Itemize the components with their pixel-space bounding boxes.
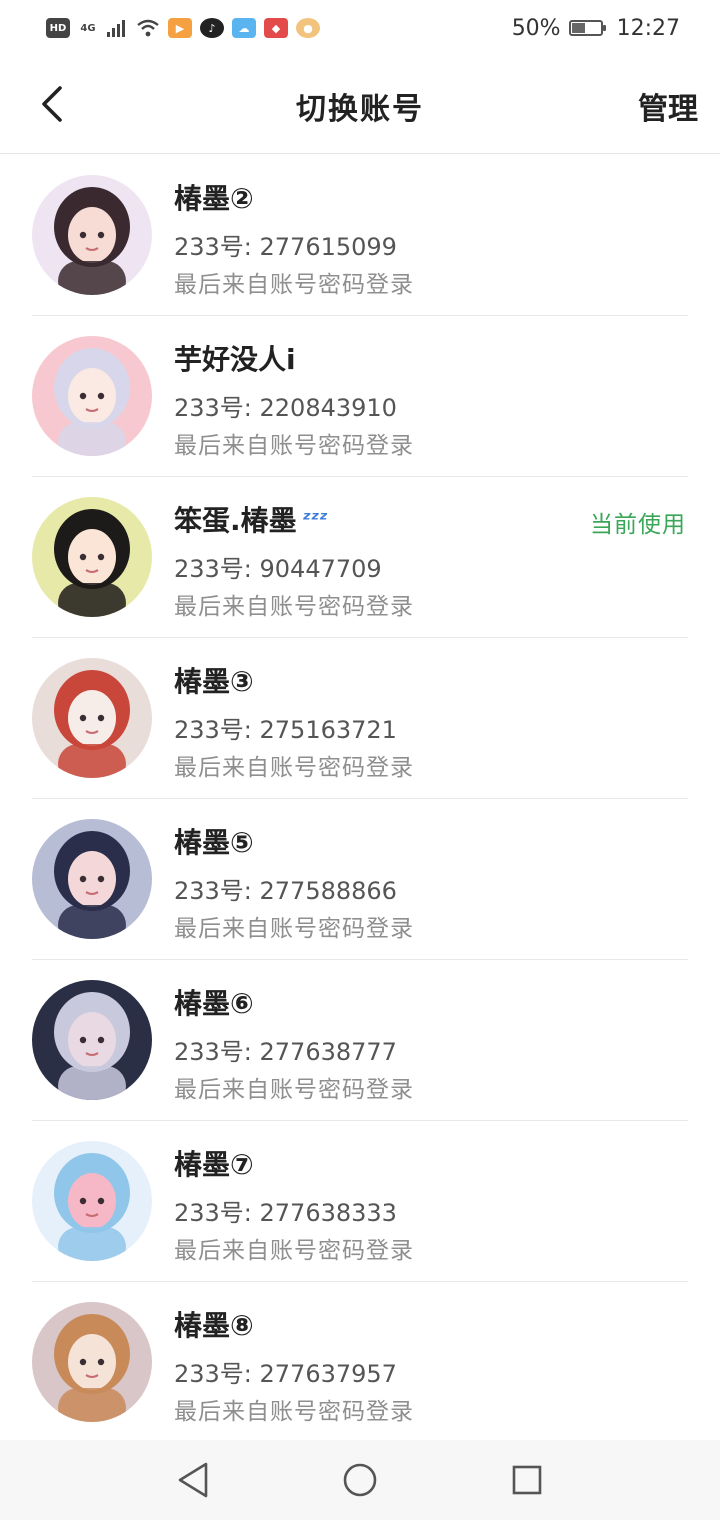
account-login-source: 最后来自账号密码登录 <box>174 272 414 298</box>
account-login-source: 最后来自账号密码登录 <box>174 433 414 459</box>
page-title: 切换账号 <box>296 92 424 127</box>
account-id: 233号: 220843910 <box>174 394 397 422</box>
avatar-illustration <box>32 175 152 295</box>
account-list-item[interactable]: 笨蛋.椿墨 ᶻᶻᶻ 233号: 90447709 最后来自账号密码登录 当前使用 <box>0 477 720 638</box>
avatar-illustration <box>32 1141 152 1261</box>
account-id: 233号: 277637957 <box>174 1360 397 1388</box>
hd-icon: HD <box>46 18 70 38</box>
account-list-item[interactable]: 椿墨③ 233号: 275163721 最后来自账号密码登录 <box>0 638 720 799</box>
status-icons-right: 50% 12:27 <box>512 16 680 41</box>
account-name: 椿墨③ <box>174 660 254 700</box>
account-name-text: 椿墨③ <box>174 665 254 698</box>
account-name: 笨蛋.椿墨 ᶻᶻᶻ <box>174 499 328 539</box>
account-name: 椿墨⑦ <box>174 1143 254 1183</box>
square-recents-icon <box>512 1465 541 1495</box>
account-login-source: 最后来自账号密码登录 <box>174 1077 414 1103</box>
account-login-source: 最后来自账号密码登录 <box>174 594 414 620</box>
avatar <box>32 175 152 295</box>
avatar-illustration <box>32 1302 152 1422</box>
circle-home-icon <box>343 1463 377 1497</box>
account-name: 芋好没人i <box>174 338 296 378</box>
manage-button[interactable]: 管理 <box>638 84 698 128</box>
avatar <box>32 336 152 456</box>
account-name: 椿墨⑤ <box>174 821 254 861</box>
signal-bars-icon <box>107 20 125 37</box>
account-login-source: 最后来自账号密码登录 <box>174 1399 414 1425</box>
account-login-source: 最后来自账号密码登录 <box>174 1238 414 1264</box>
wifi-icon <box>137 19 159 37</box>
account-name: 椿墨⑧ <box>174 1304 254 1344</box>
account-login-source: 最后来自账号密码登录 <box>174 755 414 781</box>
account-name-text: 椿墨⑤ <box>174 826 254 859</box>
account-id: 233号: 277638777 <box>174 1038 397 1066</box>
avatar-illustration <box>32 497 152 617</box>
avatar <box>32 658 152 778</box>
avatar <box>32 1141 152 1261</box>
app-monkey-icon: ● <box>296 18 320 38</box>
status-icons-left: HD 4G ▶ ♪ ☁ ◆ ● <box>46 18 320 38</box>
clock: 12:27 <box>616 15 680 41</box>
battery-percent: 50% <box>511 15 561 41</box>
status-bar: HD 4G ▶ ♪ ☁ ◆ ● 50% 12:27 <box>0 0 720 56</box>
nav-home-button[interactable] <box>330 1450 390 1510</box>
app-shop-icon: ◆ <box>264 18 288 38</box>
avatar <box>32 819 152 939</box>
account-list: 椿墨② 233号: 277615099 最后来自账号密码登录 芋好没人i 233号: 2… <box>0 155 720 1443</box>
account-list-item[interactable]: 椿墨⑧ 233号: 277637957 最后来自账号密码登录 <box>0 1282 720 1443</box>
avatar-illustration <box>32 658 152 778</box>
account-list-item[interactable]: 芋好没人i 233号: 220843910 最后来自账号密码登录 <box>0 316 720 477</box>
app-music-icon: ♪ <box>200 18 224 38</box>
account-list-item[interactable]: 椿墨⑤ 233号: 277588866 最后来自账号密码登录 <box>0 799 720 960</box>
account-name-text: 椿墨② <box>174 182 254 215</box>
avatar-illustration <box>32 336 152 456</box>
battery-icon <box>568 20 606 36</box>
account-list-item[interactable]: 椿墨② 233号: 277615099 最后来自账号密码登录 <box>0 155 720 316</box>
account-name: 椿墨⑥ <box>174 982 254 1022</box>
battery-level-fill <box>571 23 585 33</box>
account-list-item[interactable]: 椿墨⑥ 233号: 277638777 最后来自账号密码登录 <box>0 960 720 1121</box>
account-name-text: 芋好没人i <box>174 343 296 376</box>
account-id: 233号: 90447709 <box>174 555 382 583</box>
account-login-source: 最后来自账号密码登录 <box>174 916 414 942</box>
account-id: 233号: 277588866 <box>174 877 397 905</box>
app-play-icon: ▶ <box>168 18 192 38</box>
account-name: 椿墨② <box>174 177 254 217</box>
account-name-text: 椿墨⑦ <box>174 1148 254 1181</box>
current-account-badge: 当前使用 <box>590 512 686 538</box>
triangle-back-icon <box>179 1462 208 1498</box>
system-nav-bar <box>0 1440 720 1520</box>
nav-back-button[interactable] <box>163 1450 223 1510</box>
app-weather-icon: ☁ <box>232 18 256 38</box>
account-id: 233号: 277615099 <box>174 233 397 261</box>
account-id: 233号: 277638333 <box>174 1199 397 1227</box>
app-header: 切换账号 管理 <box>0 56 720 154</box>
avatar-illustration <box>32 980 152 1100</box>
signal-4g-icon: 4G <box>80 22 96 34</box>
account-name-text: 笨蛋.椿墨 <box>174 504 297 537</box>
avatar-illustration <box>32 819 152 939</box>
account-name-text: 椿墨⑥ <box>174 987 254 1020</box>
account-name-text: 椿墨⑧ <box>174 1309 254 1342</box>
avatar <box>32 980 152 1100</box>
avatar <box>32 1302 152 1422</box>
avatar <box>32 497 152 617</box>
account-id: 233号: 275163721 <box>174 716 397 744</box>
nav-recents-button[interactable] <box>497 1450 557 1510</box>
account-list-item[interactable]: 椿墨⑦ 233号: 277638333 最后来自账号密码登录 <box>0 1121 720 1282</box>
zzz-icon: ᶻᶻᶻ <box>302 507 328 531</box>
